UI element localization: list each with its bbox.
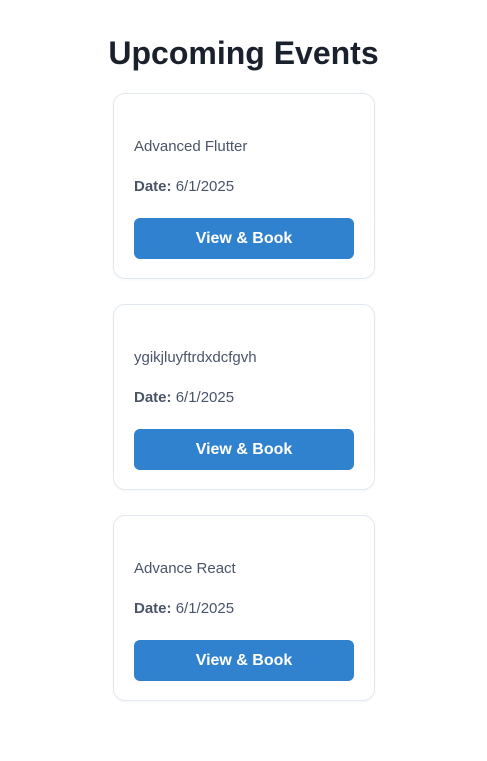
event-date: Date: 6/1/2025 bbox=[134, 388, 234, 408]
event-name: ygikjluyftrdxdcfgvh bbox=[134, 349, 257, 366]
date-label: Date: bbox=[134, 389, 172, 406]
page-title: Upcoming Events bbox=[108, 35, 379, 71]
event-card: Advanced Flutter Date: 6/1/2025 View & B… bbox=[113, 93, 375, 279]
view-and-book-button[interactable]: View & Book bbox=[134, 429, 354, 470]
date-value: 6/1/2025 bbox=[175, 178, 235, 195]
date-value: 6/1/2025 bbox=[175, 600, 235, 617]
event-card: ygikjluyftrdxdcfgvh Date: 6/1/2025 View … bbox=[113, 304, 375, 490]
view-and-book-button[interactable]: View & Book bbox=[134, 218, 354, 259]
event-date: Date: 6/1/2025 bbox=[134, 599, 234, 619]
event-name: Advance React bbox=[134, 560, 236, 577]
view-and-book-button[interactable]: View & Book bbox=[134, 640, 354, 681]
date-label: Date: bbox=[134, 178, 172, 195]
event-date: Date: 6/1/2025 bbox=[134, 177, 234, 197]
page: Upcoming Events Advanced Flutter Date: 6… bbox=[0, 0, 487, 761]
event-card: Advance React Date: 6/1/2025 View & Book bbox=[113, 515, 375, 701]
date-value: 6/1/2025 bbox=[175, 389, 235, 406]
event-name: Advanced Flutter bbox=[134, 138, 248, 155]
date-label: Date: bbox=[134, 600, 172, 617]
event-list: Advanced Flutter Date: 6/1/2025 View & B… bbox=[113, 93, 375, 726]
